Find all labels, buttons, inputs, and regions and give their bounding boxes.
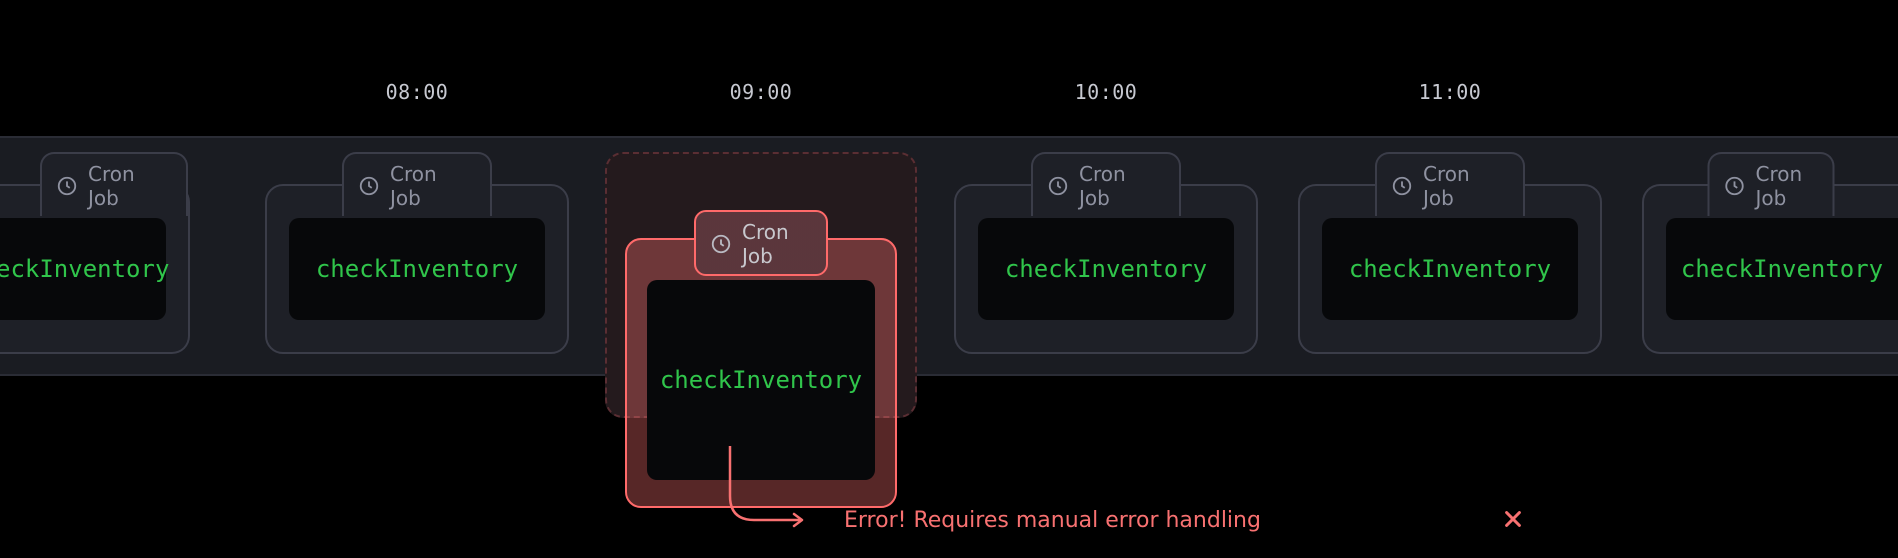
cron-tab: Cron Job xyxy=(1375,152,1525,216)
cron-function-name: eckInventory xyxy=(0,255,169,283)
cron-card-partial: Cron Job checkInventory xyxy=(1642,184,1898,354)
timeline-lane: Cron Job eckInventory Cron Job checkInve… xyxy=(0,136,1898,376)
clock-icon xyxy=(358,175,380,197)
cron-function-name: checkInventory xyxy=(1681,255,1883,283)
cron-card-error: Cron Job checkInventory xyxy=(625,238,897,508)
cron-card: Cron Job checkInventory xyxy=(1298,184,1602,354)
cron-timeline: 08:00 09:00 10:00 11:00 Cron Job eckInve… xyxy=(0,80,1898,376)
time-axis: 08:00 09:00 10:00 11:00 xyxy=(0,80,1898,108)
time-label: 10:00 xyxy=(1075,80,1138,104)
cron-function-box: checkInventory xyxy=(978,218,1234,320)
cron-tab-label: Cron Job xyxy=(390,162,472,210)
cron-tab-label: Cron Job xyxy=(1423,162,1505,210)
cron-tab-label: Cron Job xyxy=(742,220,808,268)
cron-tab: Cron Job xyxy=(1708,152,1835,216)
cron-function-name: checkInventory xyxy=(660,366,862,394)
cron-tab: Cron Job xyxy=(342,152,492,216)
cron-tab-label: Cron Job xyxy=(1756,162,1815,210)
clock-icon xyxy=(1391,175,1413,197)
cron-function-box: eckInventory xyxy=(0,218,166,320)
cron-function-box: checkInventory xyxy=(1666,218,1898,320)
cron-tab: Cron Job xyxy=(40,152,188,216)
cron-function-box: checkInventory xyxy=(289,218,545,320)
cron-function-name: checkInventory xyxy=(316,255,518,283)
time-label: 08:00 xyxy=(386,80,449,104)
time-label: 09:00 xyxy=(730,80,793,104)
cron-function-box: checkInventory xyxy=(1322,218,1578,320)
time-label: 11:00 xyxy=(1419,80,1482,104)
clock-icon xyxy=(1047,175,1069,197)
cron-error-region: Cron Job checkInventory xyxy=(605,152,917,418)
cron-tab: Cron Job xyxy=(694,210,828,276)
error-label: Error! Requires manual error handling xyxy=(812,508,1261,533)
cron-function-name: checkInventory xyxy=(1005,255,1207,283)
cron-tab-label: Cron Job xyxy=(1079,162,1161,210)
clock-icon xyxy=(710,233,732,255)
cron-function-box: checkInventory xyxy=(647,280,875,480)
cron-function-name: checkInventory xyxy=(1349,255,1551,283)
cron-tab: Cron Job xyxy=(1031,152,1181,216)
cron-card-partial: Cron Job eckInventory xyxy=(0,184,190,354)
clock-icon xyxy=(56,175,78,197)
x-icon xyxy=(812,510,834,532)
cron-card: Cron Job checkInventory xyxy=(954,184,1258,354)
error-message: Error! Requires manual error handling xyxy=(844,508,1261,533)
clock-icon xyxy=(1724,175,1746,197)
cron-tab-label: Cron Job xyxy=(88,162,168,210)
cron-card: Cron Job checkInventory xyxy=(265,184,569,354)
